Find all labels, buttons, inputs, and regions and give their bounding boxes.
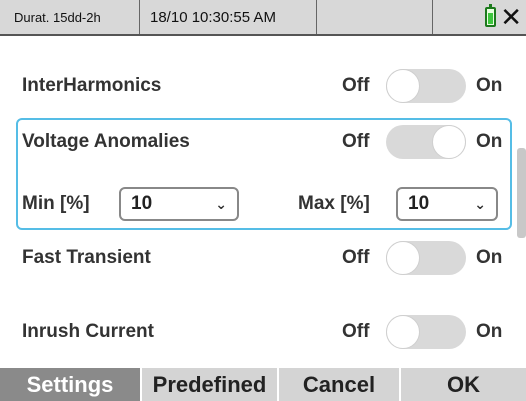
interharmonics-row: InterHarmonics Off On xyxy=(22,66,502,106)
min-value: 10 xyxy=(131,193,153,214)
settings-button[interactable]: Settings xyxy=(0,368,140,401)
chevron-down-icon: ⌄ xyxy=(474,195,486,212)
interharmonics-toggle-group: Off On xyxy=(342,69,502,103)
fast-transient-toggle[interactable] xyxy=(386,241,466,275)
status-right: ✕ xyxy=(433,0,526,34)
off-label: Off xyxy=(342,131,370,152)
toggle-knob xyxy=(432,125,466,159)
chevron-down-icon: ⌄ xyxy=(215,195,227,212)
voltage-anomalies-row: Voltage Anomalies Off On xyxy=(22,122,502,162)
status-empty-cell xyxy=(317,0,433,34)
scrollbar[interactable] xyxy=(517,148,526,238)
duration-label: Durat. 15dd-2h xyxy=(0,0,140,34)
bottom-bar: Settings Predefined Cancel OK xyxy=(0,368,526,401)
threshold-row: Min [%] 10 ⌄ Max [%] 10 ⌄ xyxy=(22,184,500,224)
toggle-knob xyxy=(386,315,420,349)
voltage-anomalies-toggle[interactable] xyxy=(386,125,466,159)
fast-transient-row: Fast Transient Off On xyxy=(22,238,502,278)
off-label: Off xyxy=(342,75,370,96)
off-label: Off xyxy=(342,321,370,342)
close-icon[interactable]: ✕ xyxy=(500,4,522,30)
status-bar: Durat. 15dd-2h 18/10 10:30:55 AM ✕ xyxy=(0,0,526,36)
min-label: Min [%] xyxy=(22,193,90,214)
inrush-current-toggle[interactable] xyxy=(386,315,466,349)
on-label: On xyxy=(476,75,503,96)
cancel-button[interactable]: Cancel xyxy=(277,368,399,401)
voltage-anomalies-label: Voltage Anomalies xyxy=(22,131,190,152)
inrush-current-label: Inrush Current xyxy=(22,321,154,342)
predefined-button[interactable]: Predefined xyxy=(140,368,277,401)
toggle-knob xyxy=(386,69,420,103)
battery-icon xyxy=(485,4,497,27)
max-value: 10 xyxy=(408,193,430,214)
max-label: Max [%] xyxy=(298,193,370,214)
voltage-anomalies-toggle-group: Off On xyxy=(342,125,502,159)
inrush-current-row: Inrush Current Off On xyxy=(22,312,502,352)
max-select[interactable]: 10 ⌄ xyxy=(396,187,498,221)
interharmonics-label: InterHarmonics xyxy=(22,75,162,96)
interharmonics-toggle[interactable] xyxy=(386,69,466,103)
on-label: On xyxy=(476,247,503,268)
toggle-knob xyxy=(386,241,420,275)
fast-transient-toggle-group: Off On xyxy=(342,241,502,275)
on-label: On xyxy=(476,131,503,152)
datetime-label: 18/10 10:30:55 AM xyxy=(140,0,317,34)
min-select[interactable]: 10 ⌄ xyxy=(119,187,239,221)
off-label: Off xyxy=(342,247,370,268)
inrush-current-toggle-group: Off On xyxy=(342,315,502,349)
ok-button[interactable]: OK xyxy=(399,368,526,401)
on-label: On xyxy=(476,321,503,342)
fast-transient-label: Fast Transient xyxy=(22,247,151,268)
